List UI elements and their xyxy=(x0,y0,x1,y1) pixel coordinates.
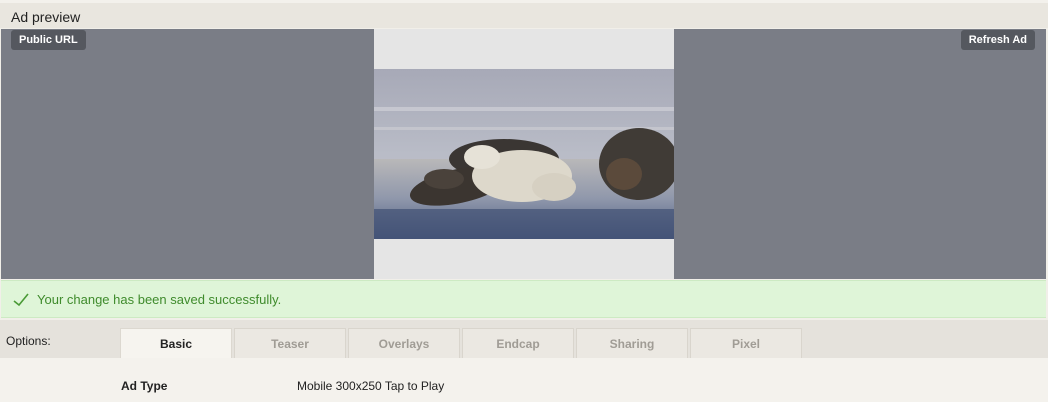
tab-overlays[interactable]: Overlays xyxy=(348,328,460,358)
seals-beach-image xyxy=(374,69,674,239)
tab-basic[interactable]: Basic xyxy=(120,328,232,358)
ad-type-value: Mobile 300x250 Tap to Play xyxy=(297,379,445,393)
checkmark-icon xyxy=(13,293,29,307)
ad-type-label: Ad Type xyxy=(121,379,168,393)
ad-frame[interactable] xyxy=(374,29,674,279)
options-tabs: Basic Teaser Overlays Endcap Sharing Pix… xyxy=(120,328,802,358)
public-url-button[interactable]: Public URL xyxy=(11,30,86,50)
tab-endcap[interactable]: Endcap xyxy=(462,328,574,358)
basic-options-panel: Ad Type Mobile 300x250 Tap to Play xyxy=(0,358,1048,402)
ad-preview-area: Public URL Refresh Ad xyxy=(1,29,1046,279)
tab-sharing[interactable]: Sharing xyxy=(576,328,688,358)
success-message: Your change has been saved successfully. xyxy=(37,292,282,307)
page-title: Ad preview xyxy=(11,9,81,25)
options-tab-bar: Options: Basic Teaser Overlays Endcap Sh… xyxy=(0,320,1048,358)
ad-preview-header: Ad preview xyxy=(0,0,1048,28)
options-label: Options: xyxy=(6,334,51,348)
tab-pixel[interactable]: Pixel xyxy=(690,328,802,358)
ad-video-thumbnail[interactable] xyxy=(374,69,674,239)
tab-teaser[interactable]: Teaser xyxy=(234,328,346,358)
success-message-bar: Your change has been saved successfully. xyxy=(1,280,1046,318)
refresh-ad-button[interactable]: Refresh Ad xyxy=(960,30,1035,50)
